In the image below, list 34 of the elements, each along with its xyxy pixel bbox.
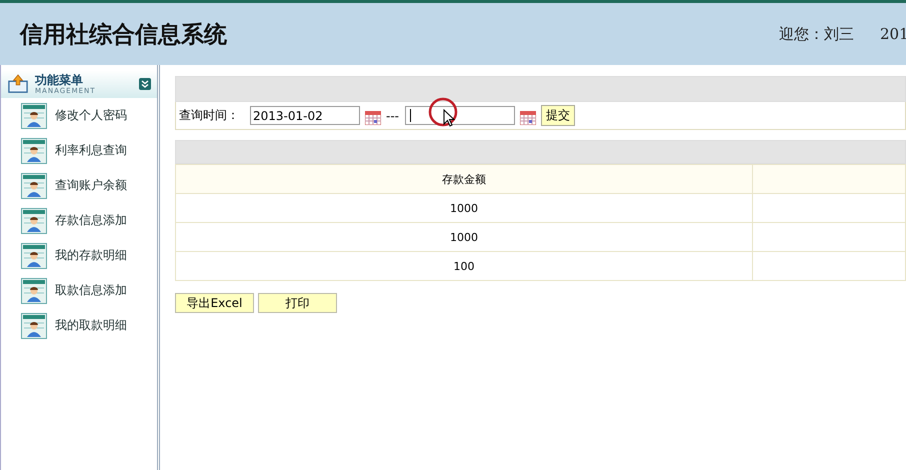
cursor-icon [443, 109, 455, 127]
menu-item[interactable]: 存款信息添加 [1, 203, 157, 238]
column-header: 存款金额 [176, 164, 752, 194]
greeting-text: 迎您：刘三 [779, 24, 854, 44]
calendar-icon[interactable] [520, 110, 536, 124]
user-card-icon [21, 242, 47, 268]
table-cell: 100 [176, 252, 752, 280]
start-date-field[interactable]: 2013-01-02 [250, 106, 360, 125]
user-card-icon [21, 172, 47, 198]
menu-item[interactable]: 修改个人密码 [1, 98, 157, 133]
table-cell: 1000 [176, 194, 752, 222]
menu-item[interactable]: 我的取款明细 [1, 308, 157, 343]
highlight-ring-icon [428, 97, 458, 127]
box-icon [7, 74, 29, 94]
query-label: 查询时间： [179, 107, 239, 124]
user-card-icon [21, 312, 47, 338]
action-button[interactable]: 打印 [258, 293, 337, 313]
collapse-icon[interactable] [139, 78, 151, 90]
user-card-icon [21, 102, 47, 128]
menu-item[interactable]: 查询账户余额 [1, 168, 157, 203]
end-date-field[interactable] [405, 106, 515, 125]
user-card-icon [21, 138, 47, 164]
menu-title: 功能菜单 [35, 74, 84, 86]
calendar-icon[interactable] [365, 110, 381, 124]
range-separator: --- [386, 108, 399, 122]
user-card-icon [21, 278, 47, 304]
app-title: 信用社综合信息系统 [20, 20, 228, 50]
user-card-icon [21, 208, 47, 234]
menu-item[interactable]: 取款信息添加 [1, 273, 157, 308]
menu-item[interactable]: 利率利息查询 [1, 133, 157, 168]
submit-button[interactable]: 提交 [541, 105, 575, 126]
menu-item[interactable]: 我的存款明细 [1, 238, 157, 273]
action-button[interactable]: 导出Excel [175, 293, 254, 313]
table-cell: 1000 [176, 222, 752, 252]
